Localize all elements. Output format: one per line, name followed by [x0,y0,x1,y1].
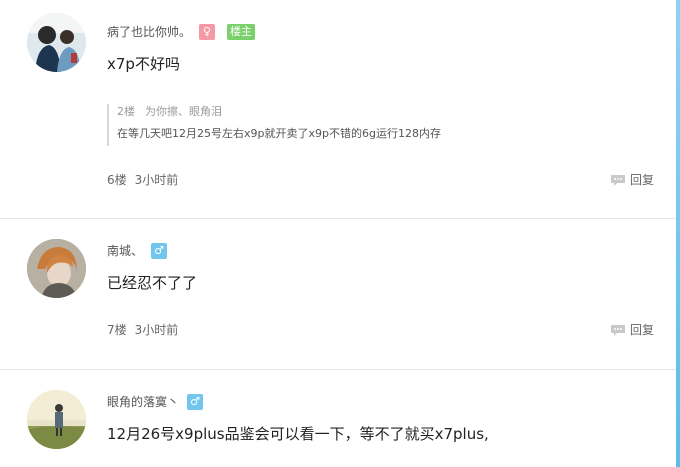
comment-text: 已经忍不了了 [107,274,198,292]
scrollbar-track[interactable] [676,0,680,467]
username[interactable]: 眼角的落寞丶 [107,393,179,411]
comment-item: 眼角的落寞丶 ♂ 12月26号x9plus品鉴会可以看一下，等不了就买x7plu… [0,370,676,467]
reply-label: 回复 [629,323,654,337]
op-badge: 楼主 [227,24,256,40]
comment-icon [610,324,625,336]
comment-text: x7p不好吗 [107,55,180,73]
avatar-image [27,390,86,449]
quote-header: 2楼 为你擦、眼角泪 [117,104,647,120]
male-icon: ♂ [151,243,168,259]
quote-text: 在等几天吧12月25号左右x9p就开卖了x9p不错的6g运行128内存 [117,127,441,140]
comment-icon [610,174,625,186]
floor-number: 6楼 [107,173,127,187]
username-line: 眼角的落寞丶 ♂ [107,393,204,411]
floor-number: 7楼 [107,323,127,337]
comment-thread: 病了也比你帅。 ♀ 楼主 x7p不好吗 2楼 为你擦、眼角泪 在等几天吧12月25… [0,0,680,467]
username-line: 南城、 ♂ [107,242,168,260]
comment-text: 12月26号x9plus品鉴会可以看一下，等不了就买x7plus, [107,425,489,443]
timestamp: 3小时前 [134,323,179,337]
avatar[interactable] [27,390,86,449]
timestamp: 3小时前 [134,173,179,187]
username[interactable]: 病了也比你帅。 [107,23,191,41]
comment-meta: 7楼 3小时前 [107,322,178,338]
avatar[interactable] [27,13,86,72]
quote-floor: 2楼 [117,105,135,118]
reply-button[interactable]: 回复 [610,172,654,188]
comment-item: 南城、 ♂ 已经忍不了了 7楼 3小时前 回复 [0,219,676,369]
reply-label: 回复 [629,173,654,187]
comment-item: 病了也比你帅。 ♀ 楼主 x7p不好吗 2楼 为你擦、眼角泪 在等几天吧12月25… [0,0,676,218]
quoted-reply: 2楼 为你擦、眼角泪 在等几天吧12月25号左右x9p就开卖了x9p不错的6g运行… [107,104,647,146]
quote-author[interactable]: 为你擦、眼角泪 [145,105,222,118]
avatar-image [27,13,86,72]
female-icon: ♀ [199,24,216,40]
username[interactable]: 南城、 [107,242,143,260]
avatar[interactable] [27,239,86,298]
comment-meta: 6楼 3小时前 [107,172,178,188]
male-icon: ♂ [187,394,204,410]
avatar-image [27,239,86,298]
reply-button[interactable]: 回复 [610,322,654,338]
username-line: 病了也比你帅。 ♀ 楼主 [107,23,256,41]
